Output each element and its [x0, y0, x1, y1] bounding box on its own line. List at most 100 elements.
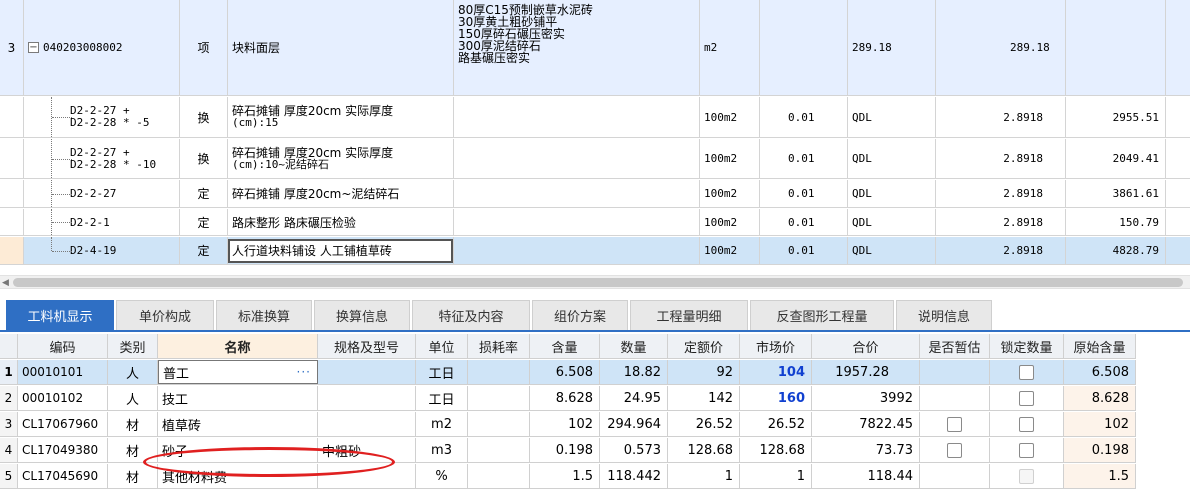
table-row[interactable]: D2-2-27 + D2-2-28 * -10 换 碎石摊铺 厚度20cm 实际厚… [0, 139, 1190, 179]
scrollbar-thumb[interactable] [13, 278, 1183, 287]
resource-content[interactable]: 8.628 [530, 386, 600, 410]
quota-qty-expr[interactable]: QDL [848, 97, 936, 137]
tab-description[interactable]: 说明信息 [896, 300, 992, 330]
quota-qty-expr[interactable]: QDL [848, 237, 936, 264]
header-original-content[interactable]: 原始含量 [1064, 334, 1136, 358]
header-spec[interactable]: 规格及型号 [318, 334, 416, 358]
table-row[interactable]: 3 CL17067960 材 植草砖 m2 102 294.964 26.52 … [0, 412, 1136, 437]
quota-code[interactable]: D2-2-27 [24, 180, 180, 207]
tab-unit-price-composition[interactable]: 单价构成 [116, 300, 214, 330]
quota-name[interactable]: 碎石摊铺 厚度20cm~泥结碎石 [228, 180, 454, 207]
quota-type: 定 [180, 180, 228, 207]
header-name[interactable]: 名称 [158, 334, 318, 358]
tab-quantity-detail[interactable]: 工程量明细 [630, 300, 748, 330]
table-row[interactable]: D2-2-27 + D2-2-28 * -5 换 碎石摊铺 厚度20cm 实际厚度… [0, 97, 1190, 138]
quota-name[interactable]: 路床整形 路床碾压检验 [228, 209, 454, 235]
header-loss-rate[interactable]: 损耗率 [468, 334, 530, 358]
header-unit[interactable]: 单位 [416, 334, 468, 358]
resource-spec[interactable]: 中粗砂 [318, 438, 416, 462]
lock-quantity-checkbox[interactable] [1019, 364, 1034, 380]
resource-spec[interactable] [318, 360, 416, 384]
tab-conversion-info[interactable]: 换算信息 [314, 300, 410, 330]
header-category[interactable]: 类别 [108, 334, 158, 358]
quota-name[interactable]: 碎石摊铺 厚度20cm 实际厚度 (cm):10~泥结碎石 [228, 139, 454, 178]
quota-name-input[interactable]: 人行道块料铺设 人工铺植草砖 [228, 238, 453, 263]
header-base-price[interactable]: 定额价 [668, 334, 740, 358]
table-row-selected[interactable]: 1 00010101 人 普工 ··· 工日 6.508 18.82 92 10… [0, 360, 1136, 385]
resource-market-price[interactable]: 1 [740, 464, 812, 488]
resource-spec[interactable] [318, 464, 416, 488]
item-code-cell[interactable]: − 040203008002 [24, 0, 180, 95]
header-content[interactable]: 含量 [530, 334, 600, 358]
scroll-left-icon[interactable]: ◀ [2, 276, 12, 290]
quota-name-editor[interactable]: 人行道块料铺设 人工铺植草砖 [228, 237, 454, 264]
resource-spec[interactable] [318, 412, 416, 436]
resource-loss-rate[interactable] [468, 464, 530, 488]
table-row-selected[interactable]: D2-4-19 定 人行道块料铺设 人工铺植草砖 100m2 0.01 QDL … [0, 237, 1190, 265]
more-options-icon[interactable]: ··· [297, 365, 311, 379]
header-total[interactable]: 合价 [812, 334, 920, 358]
resource-market-price[interactable]: 160 [740, 386, 812, 410]
resource-code[interactable]: 00010101 [18, 360, 108, 384]
header-quantity[interactable]: 数量 [600, 334, 668, 358]
quota-qty-expr[interactable]: QDL [848, 139, 936, 178]
resource-market-price[interactable]: 26.52 [740, 412, 812, 436]
resource-content[interactable]: 6.508 [530, 360, 600, 384]
quota-qty-expr[interactable]: QDL [848, 209, 936, 235]
resource-code[interactable]: CL17067960 [18, 412, 108, 436]
estimate-checkbox[interactable] [947, 442, 962, 458]
resource-content[interactable]: 0.198 [530, 438, 600, 462]
lock-quantity-checkbox[interactable] [1019, 416, 1034, 432]
table-row[interactable]: 5 CL17045690 材 其他材料费 % 1.5 118.442 1 1 1… [0, 464, 1136, 489]
header-code[interactable]: 编码 [18, 334, 108, 358]
header-estimate[interactable]: 是否暂估 [920, 334, 990, 358]
horizontal-scrollbar[interactable]: ◀ [0, 275, 1190, 289]
header-lock-quantity[interactable]: 锁定数量 [990, 334, 1064, 358]
quota-code[interactable]: D2-2-27 + D2-2-28 * -5 [24, 97, 180, 137]
resource-market-price[interactable]: 128.68 [740, 438, 812, 462]
tab-features-content[interactable]: 特征及内容 [412, 300, 530, 330]
lock-quantity-checkbox[interactable] [1019, 468, 1034, 484]
quota-code[interactable]: D2-4-19 [24, 237, 180, 264]
quota-code[interactable]: D2-2-1 [24, 209, 180, 235]
lock-quantity-checkbox[interactable] [1019, 390, 1034, 406]
detail-tabs: 工料机显示 单价构成 标准换算 换算信息 特征及内容 组价方案 工程量明细 反查… [0, 300, 1190, 332]
resource-market-price[interactable]: 104 [740, 360, 812, 384]
tab-reverse-graphic-quantity[interactable]: 反查图形工程量 [750, 300, 894, 330]
collapse-toggle-icon[interactable]: − [28, 42, 39, 53]
header-market-price[interactable]: 市场价 [740, 334, 812, 358]
resource-name[interactable]: 砂子 [158, 438, 318, 462]
lock-quantity-checkbox[interactable] [1019, 442, 1034, 458]
item-type: 项 [180, 0, 228, 95]
item-qty-expr[interactable]: 289.18 [848, 0, 936, 95]
resource-content[interactable]: 1.5 [530, 464, 600, 488]
table-row[interactable]: 4 CL17049380 材 砂子 中粗砂 m3 0.198 0.573 128… [0, 438, 1136, 463]
resource-lock-cell [990, 360, 1064, 384]
resource-name[interactable]: 其他材料费 [158, 464, 318, 488]
resource-loss-rate[interactable] [468, 360, 530, 384]
resource-code[interactable]: 00010102 [18, 386, 108, 410]
tab-standard-conversion[interactable]: 标准换算 [216, 300, 312, 330]
resource-name[interactable]: 普工 ··· [158, 360, 318, 384]
tab-labor-material-machine[interactable]: 工料机显示 [6, 300, 114, 330]
item-name[interactable]: 块料面层 [228, 0, 454, 95]
tab-pricing-scheme[interactable]: 组价方案 [532, 300, 628, 330]
resource-spec[interactable] [318, 386, 416, 410]
resource-loss-rate[interactable] [468, 386, 530, 410]
quota-qty-expr[interactable]: QDL [848, 180, 936, 207]
table-row[interactable]: D2-2-1 定 路床整形 路床碾压检验 100m2 0.01 QDL 2.89… [0, 209, 1190, 236]
table-row[interactable]: 2 00010102 人 技工 工日 8.628 24.95 142 160 3… [0, 386, 1136, 411]
resource-name[interactable]: 植草砖 [158, 412, 318, 436]
resource-code[interactable]: CL17049380 [18, 438, 108, 462]
resource-code[interactable]: CL17045690 [18, 464, 108, 488]
table-row[interactable]: 3 − 040203008002 项 块料面层 80厚C15预制嵌草水泥砖 30… [0, 0, 1190, 96]
item-features[interactable]: 80厚C15预制嵌草水泥砖 30厚黄土粗砂铺平 150厚碎石碾压密实 300厚泥… [454, 0, 700, 95]
resource-name[interactable]: 技工 [158, 386, 318, 410]
resource-loss-rate[interactable] [468, 412, 530, 436]
resource-loss-rate[interactable] [468, 438, 530, 462]
quota-name[interactable]: 碎石摊铺 厚度20cm 实际厚度 (cm):15 [228, 97, 454, 137]
estimate-checkbox[interactable] [947, 416, 962, 432]
table-row[interactable]: D2-2-27 定 碎石摊铺 厚度20cm~泥结碎石 100m2 0.01 QD… [0, 180, 1190, 208]
resource-content[interactable]: 102 [530, 412, 600, 436]
quota-code[interactable]: D2-2-27 + D2-2-28 * -10 [24, 139, 180, 178]
